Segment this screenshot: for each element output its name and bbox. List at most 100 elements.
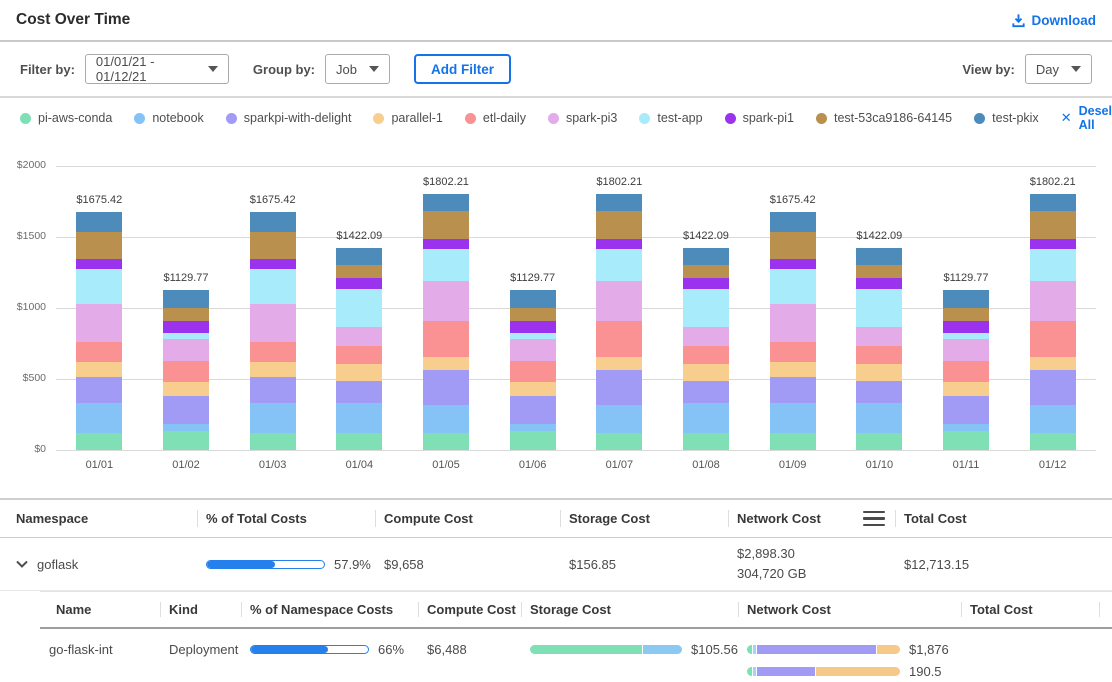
bar-segment-spark-pi1[interactable] (163, 321, 209, 333)
legend-item-parallel-1[interactable]: parallel-1 (373, 111, 442, 125)
bar-segment-parallel-1[interactable] (596, 357, 642, 370)
bar-segment-notebook[interactable] (1030, 405, 1076, 434)
stacked-bar-01/08[interactable] (683, 248, 729, 450)
bar-segment-etl-daily[interactable] (510, 361, 556, 383)
col-header-compute[interactable]: Compute Cost (418, 592, 521, 627)
bar-segment-pi-aws-conda[interactable] (163, 431, 209, 450)
bar-segment-spark-pi3[interactable] (596, 281, 642, 320)
bar-segment-test-53ca9186-64145[interactable] (510, 308, 556, 321)
bar-segment-parallel-1[interactable] (770, 362, 816, 377)
bar-segment-spark-pi1[interactable] (1030, 239, 1076, 249)
column-menu-icon[interactable] (863, 511, 885, 527)
bar-segment-pi-aws-conda[interactable] (336, 433, 382, 450)
bar-segment-spark-pi1[interactable] (336, 278, 382, 289)
bar-segment-test-53ca9186-64145[interactable] (163, 308, 209, 321)
bar-segment-parallel-1[interactable] (510, 382, 556, 396)
bar-segment-sparkpi-with-delight[interactable] (596, 370, 642, 405)
bar-segment-notebook[interactable] (856, 403, 902, 433)
bar-segment-spark-pi1[interactable] (510, 321, 556, 333)
bar-segment-spark-pi3[interactable] (943, 339, 989, 361)
col-header-network[interactable]: Network Cost (728, 500, 895, 537)
bar-segment-spark-pi3[interactable] (856, 327, 902, 346)
bar-segment-test-app[interactable] (683, 289, 729, 327)
stacked-bar-01/09[interactable] (770, 212, 816, 450)
bar-segment-etl-daily[interactable] (336, 346, 382, 363)
col-header-total[interactable]: Total Cost (961, 592, 1112, 627)
bar-segment-notebook[interactable] (76, 403, 122, 433)
bar-segment-spark-pi1[interactable] (76, 259, 122, 269)
bar-segment-test-pkix[interactable] (510, 290, 556, 309)
bar-segment-spark-pi3[interactable] (510, 339, 556, 361)
legend-item-test-pkix[interactable]: test-pkix (974, 111, 1039, 125)
bar-segment-parallel-1[interactable] (683, 364, 729, 381)
bar-segment-notebook[interactable] (423, 405, 469, 434)
deselect-all-button[interactable]: ✕ Deselect All (1061, 104, 1112, 132)
bar-segment-parallel-1[interactable] (76, 362, 122, 377)
bar-segment-etl-daily[interactable] (423, 321, 469, 357)
bar-segment-spark-pi3[interactable] (76, 304, 122, 341)
bar-segment-etl-daily[interactable] (250, 342, 296, 363)
bar-segment-etl-daily[interactable] (943, 361, 989, 383)
stacked-bar-01/04[interactable] (336, 248, 382, 450)
bar-segment-parallel-1[interactable] (856, 364, 902, 381)
bar-segment-pi-aws-conda[interactable] (943, 431, 989, 450)
bar-segment-notebook[interactable] (163, 424, 209, 431)
bar-segment-test-app[interactable] (1030, 249, 1076, 282)
bar-segment-pi-aws-conda[interactable] (683, 433, 729, 450)
stacked-bar-01/10[interactable] (856, 248, 902, 450)
bar-segment-sparkpi-with-delight[interactable] (856, 381, 902, 403)
bar-segment-sparkpi-with-delight[interactable] (943, 396, 989, 425)
bar-segment-spark-pi3[interactable] (1030, 281, 1076, 320)
bar-segment-etl-daily[interactable] (596, 321, 642, 357)
bar-segment-notebook[interactable] (336, 403, 382, 433)
bar-segment-sparkpi-with-delight[interactable] (76, 377, 122, 403)
bar-segment-test-53ca9186-64145[interactable] (943, 308, 989, 321)
stacked-bar-01/02[interactable] (163, 290, 209, 450)
legend-item-etl-daily[interactable]: etl-daily (465, 111, 526, 125)
bar-segment-spark-pi1[interactable] (943, 321, 989, 333)
bar-segment-sparkpi-with-delight[interactable] (336, 381, 382, 403)
bar-segment-test-53ca9186-64145[interactable] (250, 232, 296, 259)
bar-segment-spark-pi3[interactable] (770, 304, 816, 341)
stacked-bar-01/11[interactable] (943, 290, 989, 450)
col-header-kind[interactable]: Kind (160, 592, 241, 627)
bar-segment-test-53ca9186-64145[interactable] (76, 232, 122, 259)
bar-segment-etl-daily[interactable] (163, 361, 209, 383)
bar-segment-sparkpi-with-delight[interactable] (510, 396, 556, 425)
bar-segment-sparkpi-with-delight[interactable] (423, 370, 469, 405)
bar-segment-test-53ca9186-64145[interactable] (423, 211, 469, 239)
bar-segment-test-pkix[interactable] (943, 290, 989, 309)
bar-segment-etl-daily[interactable] (770, 342, 816, 363)
bar-segment-sparkpi-with-delight[interactable] (1030, 370, 1076, 405)
col-header-total[interactable]: Total Cost (895, 500, 1112, 537)
bar-segment-spark-pi1[interactable] (423, 239, 469, 249)
bar-segment-etl-daily[interactable] (856, 346, 902, 363)
bar-segment-pi-aws-conda[interactable] (596, 433, 642, 450)
col-header-namespace[interactable]: Namespace (0, 500, 197, 537)
bar-segment-spark-pi1[interactable] (250, 259, 296, 269)
col-header-compute[interactable]: Compute Cost (375, 500, 560, 537)
bar-segment-notebook[interactable] (943, 424, 989, 431)
bar-segment-test-app[interactable] (423, 249, 469, 282)
bar-segment-parallel-1[interactable] (250, 362, 296, 377)
bar-segment-spark-pi3[interactable] (250, 304, 296, 341)
bar-segment-pi-aws-conda[interactable] (250, 433, 296, 450)
bar-segment-parallel-1[interactable] (336, 364, 382, 381)
bar-segment-sparkpi-with-delight[interactable] (770, 377, 816, 403)
bar-segment-test-app[interactable] (336, 289, 382, 327)
bar-segment-notebook[interactable] (250, 403, 296, 433)
bar-segment-etl-daily[interactable] (683, 346, 729, 363)
bar-segment-etl-daily[interactable] (76, 342, 122, 363)
bar-segment-notebook[interactable] (683, 403, 729, 433)
legend-item-notebook[interactable]: notebook (134, 111, 203, 125)
bar-segment-pi-aws-conda[interactable] (1030, 433, 1076, 450)
bar-segment-test-pkix[interactable] (76, 212, 122, 231)
bar-segment-spark-pi1[interactable] (683, 278, 729, 289)
col-header-storage[interactable]: Storage Cost (560, 500, 728, 537)
bar-segment-test-app[interactable] (770, 269, 816, 304)
bar-segment-test-pkix[interactable] (163, 290, 209, 309)
col-header-network[interactable]: Network Cost (738, 592, 961, 627)
bar-segment-spark-pi1[interactable] (596, 239, 642, 249)
bar-segment-notebook[interactable] (510, 424, 556, 431)
bar-segment-parallel-1[interactable] (943, 382, 989, 396)
